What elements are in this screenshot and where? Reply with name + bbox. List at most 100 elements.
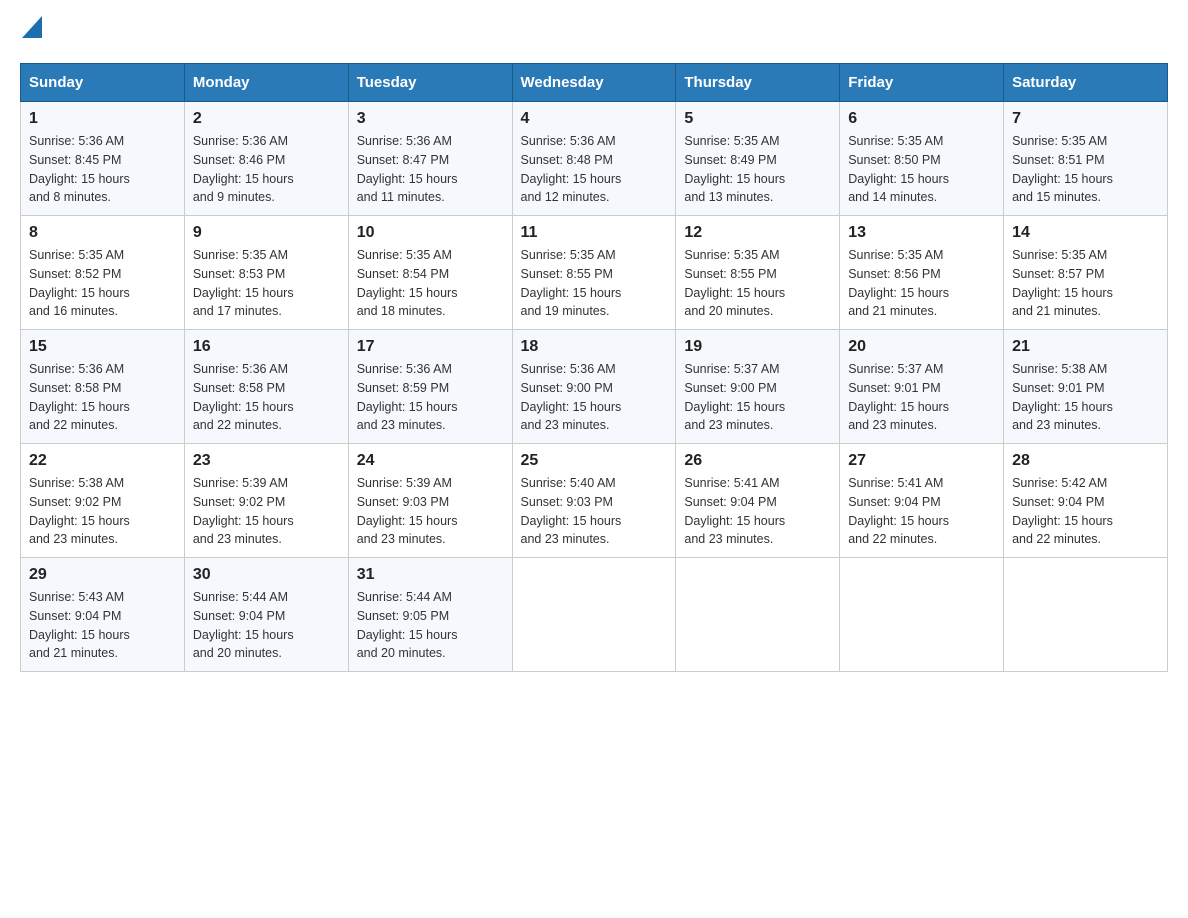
day-info-line: Sunset: 9:01 PM — [1012, 379, 1159, 398]
day-info-line: Daylight: 15 hours — [848, 512, 995, 531]
day-number: 10 — [357, 224, 504, 242]
calendar-cell: 19Sunrise: 5:37 AMSunset: 9:00 PMDayligh… — [676, 330, 840, 444]
calendar-body: 1Sunrise: 5:36 AMSunset: 8:45 PMDaylight… — [21, 102, 1168, 672]
day-info-line: and 21 minutes. — [1012, 302, 1159, 321]
day-number: 19 — [684, 338, 831, 356]
day-number: 6 — [848, 110, 995, 128]
calendar-cell: 28Sunrise: 5:42 AMSunset: 9:04 PMDayligh… — [1004, 444, 1168, 558]
day-number: 29 — [29, 566, 176, 584]
day-info-line: Daylight: 15 hours — [848, 170, 995, 189]
day-info-line: Sunset: 9:05 PM — [357, 607, 504, 626]
day-info-line: Sunrise: 5:41 AM — [684, 474, 831, 493]
day-info-line: and 23 minutes. — [357, 530, 504, 549]
day-info: Sunrise: 5:35 AMSunset: 8:50 PMDaylight:… — [848, 132, 995, 207]
day-info-line: and 23 minutes. — [848, 416, 995, 435]
weekday-header-wednesday: Wednesday — [512, 64, 676, 102]
day-info-line: Daylight: 15 hours — [684, 284, 831, 303]
day-info-line: Sunrise: 5:36 AM — [193, 132, 340, 151]
day-info: Sunrise: 5:38 AMSunset: 9:01 PMDaylight:… — [1012, 360, 1159, 435]
calendar-cell: 18Sunrise: 5:36 AMSunset: 9:00 PMDayligh… — [512, 330, 676, 444]
day-info-line: Daylight: 15 hours — [521, 512, 668, 531]
calendar-cell — [1004, 558, 1168, 672]
day-number: 24 — [357, 452, 504, 470]
day-info-line: Daylight: 15 hours — [1012, 284, 1159, 303]
day-info: Sunrise: 5:36 AMSunset: 8:47 PMDaylight:… — [357, 132, 504, 207]
day-info-line: and 17 minutes. — [193, 302, 340, 321]
day-info: Sunrise: 5:36 AMSunset: 8:45 PMDaylight:… — [29, 132, 176, 207]
calendar-cell: 24 Sunrise: 5:39 AMSunset: 9:03 PMDayligh… — [348, 444, 512, 558]
calendar-cell — [840, 558, 1004, 672]
day-info: Sunrise: 5:35 AMSunset: 8:52 PMDaylight:… — [29, 246, 176, 321]
day-info: Sunrise: 5:44 AMSunset: 9:05 PMDaylight:… — [357, 588, 504, 663]
day-info-line: and 22 minutes. — [848, 530, 995, 549]
day-info-line: Daylight: 15 hours — [684, 398, 831, 417]
day-info: Sunrise: 5:41 AMSunset: 9:04 PMDaylight:… — [684, 474, 831, 549]
day-info-line: and 23 minutes. — [684, 530, 831, 549]
day-info-line: Sunset: 8:54 PM — [357, 265, 504, 284]
weekday-header-row: SundayMondayTuesdayWednesdayThursdayFrid… — [21, 64, 1168, 102]
day-info-line: Sunrise: 5:38 AM — [1012, 360, 1159, 379]
day-info: Sunrise: 5:37 AMSunset: 9:01 PMDaylight:… — [848, 360, 995, 435]
day-number: 28 — [1012, 452, 1159, 470]
day-number: 21 — [1012, 338, 1159, 356]
day-info-line: Sunset: 9:04 PM — [193, 607, 340, 626]
day-info: Sunrise: 5:36 AMSunset: 8:59 PMDaylight:… — [357, 360, 504, 435]
day-number: 2 — [193, 110, 340, 128]
day-info-line: Daylight: 15 hours — [357, 398, 504, 417]
day-info-line: and 23 minutes. — [29, 530, 176, 549]
calendar-cell: 10Sunrise: 5:35 AMSunset: 8:54 PMDayligh… — [348, 216, 512, 330]
calendar-cell: 31Sunrise: 5:44 AMSunset: 9:05 PMDayligh… — [348, 558, 512, 672]
day-info-line: and 16 minutes. — [29, 302, 176, 321]
calendar-cell: 6 Sunrise: 5:35 AMSunset: 8:50 PMDaylight… — [840, 102, 1004, 216]
day-number: 5 — [684, 110, 831, 128]
day-number: 11 — [521, 224, 668, 242]
day-info-line: Sunrise: 5:35 AM — [521, 246, 668, 265]
day-info-line: and 21 minutes. — [29, 644, 176, 663]
day-info-line: Sunrise: 5:35 AM — [848, 132, 995, 151]
day-info-line: Sunrise: 5:41 AM — [848, 474, 995, 493]
weekday-header-sunday: Sunday — [21, 64, 185, 102]
day-info-line: Sunset: 9:02 PM — [193, 493, 340, 512]
day-info: Sunrise: 5:35 AMSunset: 8:53 PMDaylight:… — [193, 246, 340, 321]
calendar-cell: 12Sunrise: 5:35 AMSunset: 8:55 PMDayligh… — [676, 216, 840, 330]
day-info-line: Sunset: 8:48 PM — [521, 151, 668, 170]
day-info-line: Daylight: 15 hours — [521, 398, 668, 417]
logo — [20, 20, 42, 43]
day-info: Sunrise: 5:40 AMSunset: 9:03 PMDaylight:… — [521, 474, 668, 549]
calendar-table: SundayMondayTuesdayWednesdayThursdayFrid… — [20, 63, 1168, 672]
day-info-line: Daylight: 15 hours — [29, 170, 176, 189]
day-number: 14 — [1012, 224, 1159, 242]
day-info-line: and 12 minutes. — [521, 188, 668, 207]
day-info: Sunrise: 5:36 AMSunset: 8:48 PMDaylight:… — [521, 132, 668, 207]
day-info-line: Sunset: 9:04 PM — [848, 493, 995, 512]
calendar-cell: 4Sunrise: 5:36 AMSunset: 8:48 PMDaylight… — [512, 102, 676, 216]
calendar-cell: 2Sunrise: 5:36 AMSunset: 8:46 PMDaylight… — [184, 102, 348, 216]
day-info-line: Sunset: 9:03 PM — [521, 493, 668, 512]
weekday-header-monday: Monday — [184, 64, 348, 102]
day-info-line: Sunrise: 5:39 AM — [193, 474, 340, 493]
day-info-line: and 9 minutes. — [193, 188, 340, 207]
day-info-line: and 20 minutes. — [684, 302, 831, 321]
day-info-line: Sunrise: 5:35 AM — [684, 246, 831, 265]
day-info-line: and 23 minutes. — [357, 416, 504, 435]
day-number: 16 — [193, 338, 340, 356]
day-info: Sunrise: 5:36 AMSunset: 8:58 PMDaylight:… — [193, 360, 340, 435]
day-info-line: and 13 minutes. — [684, 188, 831, 207]
calendar-week-5: 29Sunrise: 5:43 AMSunset: 9:04 PMDayligh… — [21, 558, 1168, 672]
day-info-line: Daylight: 15 hours — [29, 284, 176, 303]
day-info-line: and 23 minutes. — [193, 530, 340, 549]
day-info-line: Sunset: 9:04 PM — [684, 493, 831, 512]
day-number: 23 — [193, 452, 340, 470]
day-info-line: and 23 minutes. — [521, 416, 668, 435]
day-info-line: Sunset: 9:04 PM — [29, 607, 176, 626]
day-info-line: Sunrise: 5:35 AM — [684, 132, 831, 151]
day-info-line: Sunrise: 5:37 AM — [684, 360, 831, 379]
calendar-cell: 7Sunrise: 5:35 AMSunset: 8:51 PMDaylight… — [1004, 102, 1168, 216]
day-info-line: Sunset: 9:03 PM — [357, 493, 504, 512]
day-info-line: Daylight: 15 hours — [357, 512, 504, 531]
calendar-cell: 20Sunrise: 5:37 AMSunset: 9:01 PMDayligh… — [840, 330, 1004, 444]
day-number: 27 — [848, 452, 995, 470]
day-info-line: Sunset: 8:50 PM — [848, 151, 995, 170]
day-info: Sunrise: 5:39 AMSunset: 9:03 PMDaylight:… — [357, 474, 504, 549]
day-info-line: Sunset: 8:47 PM — [357, 151, 504, 170]
